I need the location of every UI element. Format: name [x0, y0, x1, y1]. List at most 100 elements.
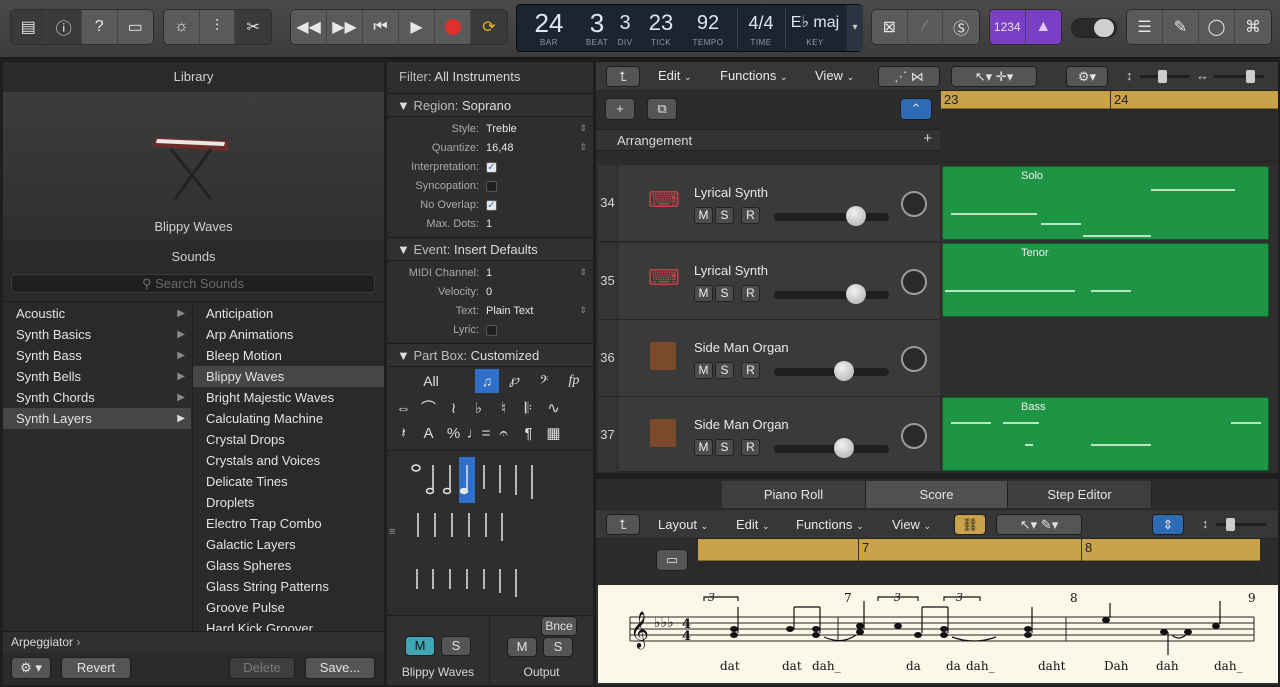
midi-channel-row[interactable]: MIDI Channel: 1 ⇕	[387, 264, 593, 283]
midi-region[interactable]: Bass	[942, 397, 1269, 471]
style-row[interactable]: Style: Treble ⇕	[387, 120, 593, 139]
duplicate-track-icon[interactable]: ⧉	[647, 98, 677, 120]
rewind-icon[interactable]: ◀◀	[291, 10, 327, 44]
ruler[interactable]: 23 24	[940, 91, 1278, 109]
notepad-icon[interactable]: ✎	[1163, 10, 1199, 44]
accidental-icon[interactable]: ♮	[491, 396, 516, 421]
output-mute-button[interactable]: M	[507, 637, 537, 657]
ornament-icon[interactable]: ∿	[541, 396, 566, 421]
percent-icon[interactable]: %	[441, 421, 466, 446]
mute-button[interactable]: M	[694, 285, 713, 302]
category-item[interactable]: Synth Basics ▶	[3, 324, 191, 345]
loop-browser-icon[interactable]: ◯	[1199, 10, 1235, 44]
category-item[interactable]: Synth Bass ▶	[3, 345, 191, 366]
mixer-icon[interactable]: ⫶	[200, 10, 236, 44]
tool-pointer-icon[interactable]: ↖▾ ✎▾	[996, 514, 1082, 535]
patch-item[interactable]: Anticipation	[193, 303, 384, 324]
note-group-icon[interactable]: ♫	[475, 369, 499, 393]
track-name[interactable]: Lyrical Synth	[694, 263, 768, 278]
mute-button[interactable]: M	[694, 362, 713, 379]
patch-item[interactable]: Calculating Machine	[193, 408, 384, 429]
score-zoom-slider[interactable]	[1216, 518, 1266, 531]
arpeggiator-row[interactable]: Arpeggiator ›	[3, 631, 384, 653]
patch-item-selected[interactable]: Blippy Waves	[193, 366, 384, 387]
arrangement-lane[interactable]	[940, 109, 1278, 162]
track-fold-icon[interactable]: ⌃	[900, 98, 932, 120]
track-header[interactable]: 36 Side Man Organ M S R	[598, 320, 940, 397]
pan-knob[interactable]	[901, 269, 927, 295]
patch-item[interactable]: Bright Majestic Waves	[193, 387, 384, 408]
pan-knob[interactable]	[901, 346, 927, 372]
category-item[interactable]: Synth Bells ▶	[3, 366, 191, 387]
list-editors-icon[interactable]: ☰	[1127, 10, 1163, 44]
tool-pointer-icon[interactable]: ↖▾ ✛▾	[951, 66, 1037, 87]
library-icon[interactable]: ▤	[11, 10, 47, 44]
fader-knob[interactable]	[846, 206, 866, 226]
tempo-icon[interactable]: ♩=	[466, 421, 491, 446]
record-enable-button[interactable]: R	[741, 439, 760, 456]
solo-button[interactable]: S	[441, 636, 471, 656]
event-section-header[interactable]: ▼ Event: Insert Defaults	[387, 237, 593, 261]
rest-icon[interactable]: 𝄽	[391, 421, 416, 446]
midi-region[interactable]: Solo	[942, 166, 1269, 240]
track-header[interactable]: 35 ⌨ Lyrical Synth M S R	[598, 243, 940, 320]
score-ruler[interactable]: 7 8	[698, 539, 1260, 561]
category-item-selected[interactable]: Synth Layers ▶	[3, 408, 191, 429]
dynamics-icon[interactable]: fp	[559, 369, 589, 393]
paragraph-icon[interactable]: ¶	[516, 421, 541, 446]
count-in-button[interactable]: 1234	[990, 10, 1026, 44]
pan-knob[interactable]	[901, 191, 927, 217]
view-menu[interactable]: View ⌄	[815, 65, 854, 87]
arrangement-row[interactable]: Arrangement +	[596, 129, 940, 151]
interpretation-checkbox[interactable]: ✓	[486, 162, 497, 173]
volume-slider[interactable]	[1071, 18, 1117, 38]
automation-flex-icon[interactable]: ⋰ ⋈	[878, 66, 940, 87]
volume-fader[interactable]	[774, 438, 889, 458]
lcd-tempo[interactable]: 92	[687, 8, 729, 38]
patch-item[interactable]: Arp Animations	[193, 324, 384, 345]
fader-knob[interactable]	[834, 361, 854, 381]
repeat-icon[interactable]: 𝄆	[516, 396, 541, 421]
browsers-icon[interactable]: ⌘	[1235, 10, 1271, 44]
patch-item[interactable]: Droplets	[193, 492, 384, 513]
add-arrangement-icon[interactable]: +	[923, 130, 932, 147]
lyric-checkbox[interactable]	[486, 325, 497, 336]
slur-icon[interactable]: ⌒	[416, 396, 441, 421]
text-icon[interactable]: A	[416, 421, 441, 446]
patch-item[interactable]: Galactic Layers	[193, 534, 384, 555]
mute-button[interactable]: M	[694, 207, 713, 224]
lcd-menu-chevron-icon[interactable]: ▾	[847, 5, 863, 51]
solo-button[interactable]: S	[715, 285, 734, 302]
go-to-start-icon[interactable]: ⏮	[363, 10, 399, 44]
catch-back-icon[interactable]: ⮤	[606, 66, 640, 87]
tab-score[interactable]: Score	[866, 481, 1008, 508]
gear-icon[interactable]: ⚙▾	[1066, 66, 1108, 87]
filter-row[interactable]: Filter: All Instruments	[399, 69, 520, 84]
record-icon[interactable]	[435, 10, 471, 44]
view-menu[interactable]: View ⌄	[892, 514, 931, 536]
patch-item[interactable]: Electro Trap Combo	[193, 513, 384, 534]
fermata-icon[interactable]: 𝄐	[491, 421, 516, 446]
patch-item[interactable]: Hard Kick Groover	[193, 618, 384, 631]
functions-menu[interactable]: Functions ⌄	[796, 514, 864, 536]
clef-change-icon[interactable]: ⇔	[391, 396, 416, 421]
tab-piano-roll[interactable]: Piano Roll	[722, 481, 866, 508]
metronome-icon[interactable]: ▲	[1025, 10, 1061, 44]
midi-region[interactable]: Tenor	[942, 243, 1269, 317]
text-row[interactable]: Text: Plain Text ⇕	[387, 302, 593, 321]
lcd-display[interactable]: 24 BAR 3 BEAT 3 DIV 23 TICK 92 TEMPO 4/4 TIME …	[516, 4, 863, 52]
category-item[interactable]: Synth Chords ▶	[3, 387, 191, 408]
track-name[interactable]: Side Man Organ	[694, 417, 789, 432]
fast-forward-icon[interactable]: ▶▶	[327, 10, 363, 44]
mute-button[interactable]: M	[694, 439, 713, 456]
gear-menu-icon[interactable]: ⚙ ▾	[11, 657, 51, 679]
patch-item[interactable]: Crystals and Voices	[193, 450, 384, 471]
output-solo-button[interactable]: S	[543, 637, 573, 657]
cycle-icon[interactable]: ⟳	[471, 10, 507, 44]
max-dots-row[interactable]: Max. Dots: 1	[387, 215, 593, 234]
horizontal-zoom-slider[interactable]	[1214, 70, 1264, 83]
solo-button[interactable]: S	[715, 439, 734, 456]
smart-controls-icon[interactable]: ☼	[164, 10, 200, 44]
lcd-time-signature[interactable]: 4/4	[743, 8, 779, 38]
record-enable-button[interactable]: R	[741, 285, 760, 302]
